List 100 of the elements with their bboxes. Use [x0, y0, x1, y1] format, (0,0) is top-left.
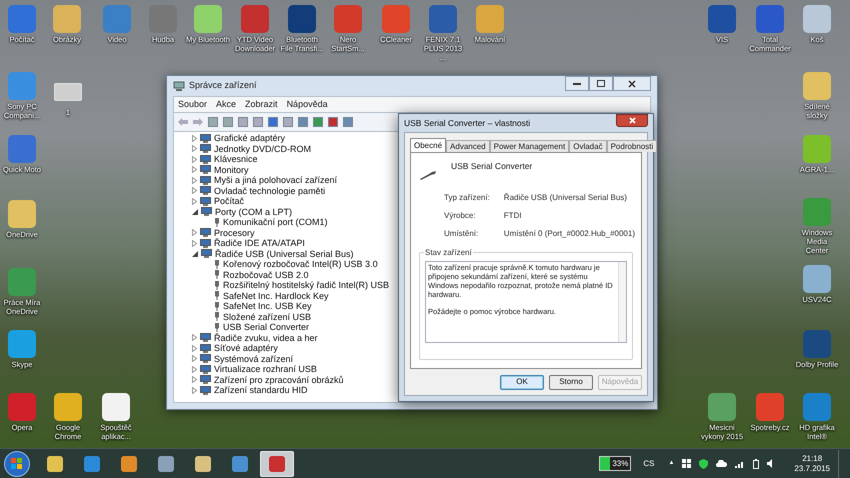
collapsed-arrow-icon[interactable] [192, 176, 197, 184]
tree-item[interactable]: Rozbočovač USB 2.0 [223, 270, 309, 280]
app-icon [429, 5, 457, 33]
device-icon [200, 354, 211, 364]
battery-percent: 33% [612, 458, 630, 470]
app-icon [232, 456, 248, 472]
collapsed-arrow-icon[interactable] [192, 386, 197, 394]
dialog-button[interactable]: OK [500, 374, 544, 390]
menu-item[interactable]: Zobrazit [245, 98, 278, 112]
collapsed-arrow-icon[interactable] [192, 334, 197, 342]
check-shield-icon[interactable] [699, 458, 708, 468]
device-name: USB Serial Converter [451, 160, 532, 173]
clock[interactable]: 21:18 23.7.2015 [794, 454, 830, 474]
tree-item[interactable]: Rozšiřitelný hostitelský řadič Intel(R) USB [223, 280, 390, 290]
tree-item[interactable]: Zařízení pro zpracování obrázků [214, 374, 344, 385]
scrollbar[interactable] [618, 262, 626, 342]
tree-item[interactable]: Monitory [214, 164, 249, 175]
device-icon [200, 344, 211, 353]
tree-item[interactable]: Kořenový rozbočovač Intel(R) USB 3.0 [223, 259, 378, 270]
tree-item[interactable]: Počítač [214, 196, 244, 206]
device-icon [200, 386, 211, 395]
collapsed-arrow-icon[interactable] [192, 355, 197, 362]
menu-item[interactable]: Soubor [178, 98, 208, 112]
tree-item[interactable]: Procesory [214, 228, 255, 238]
tab[interactable]: Ovladač [569, 140, 607, 152]
device-icon [200, 144, 211, 154]
app-icon [803, 72, 831, 100]
collapsed-arrow-icon[interactable] [192, 187, 197, 194]
collapsed-arrow-icon[interactable] [192, 156, 197, 163]
app-icon [8, 268, 36, 296]
app-icon [241, 5, 269, 33]
app-icon [803, 198, 831, 226]
collapsed-arrow-icon[interactable] [192, 166, 197, 174]
close-button[interactable] [613, 76, 651, 91]
battery-icon[interactable] [753, 458, 760, 468]
tree-item[interactable]: Klávesnice [214, 154, 258, 164]
app-icon [8, 393, 36, 421]
close-icon [628, 80, 636, 88]
tree-item[interactable]: Grafické adaptéry [214, 133, 286, 144]
app-icon [8, 135, 36, 163]
property-label: Výrobce: [444, 210, 477, 222]
tab[interactable]: Obecné [410, 138, 446, 152]
device-icon [200, 196, 211, 206]
signal-icon[interactable] [735, 460, 746, 468]
collapsed-arrow-icon[interactable] [192, 366, 197, 373]
minimize-button[interactable] [565, 76, 589, 91]
tree-item[interactable]: Jednotky DVD/CD-ROM [214, 144, 312, 154]
tree-item[interactable]: Složené zařízení USB [223, 312, 312, 322]
tree-item[interactable]: Řadiče IDE ATA/ATAPI [214, 238, 305, 248]
app-icon [8, 72, 36, 100]
collapsed-arrow-icon[interactable] [192, 344, 197, 352]
maximize-button[interactable] [589, 76, 613, 91]
language-indicator[interactable]: CS [643, 458, 654, 470]
expanded-arrow-icon[interactable] [192, 208, 198, 215]
start-button[interactable] [4, 450, 30, 476]
tree-item[interactable]: SafeNet Inc. Hardlock Key [223, 290, 329, 301]
tree-item[interactable]: Systémová zařízení [214, 354, 294, 364]
tree-item[interactable]: Řadiče zvuku, videa a her [214, 332, 318, 343]
menu-item[interactable]: Nápověda [286, 98, 328, 112]
device-icon [200, 238, 211, 248]
tree-item[interactable]: Řadiče USB (Universal Serial Bus) [215, 248, 354, 259]
cloud-icon[interactable] [716, 460, 728, 467]
app-icon [803, 265, 831, 293]
tree-item[interactable]: Porty (COM a LPT) [215, 206, 292, 217]
expanded-arrow-icon[interactable] [192, 250, 198, 257]
collapsed-arrow-icon[interactable] [192, 145, 197, 152]
menu-item[interactable]: Akce [216, 98, 236, 112]
app-icon [269, 456, 285, 472]
tab[interactable]: Advanced [446, 140, 490, 152]
collapsed-arrow-icon[interactable] [192, 240, 197, 247]
tree-item[interactable]: Myši a jiná polohovací zařízení [214, 175, 338, 186]
collapsed-arrow-icon[interactable] [192, 134, 197, 142]
app-icon [8, 5, 36, 33]
device-icon [200, 154, 211, 164]
app-icon [194, 5, 222, 33]
back-icon[interactable] [178, 118, 188, 126]
app-icon [8, 200, 36, 228]
device-icon [200, 228, 211, 238]
tree-item[interactable]: Síťové adaptéry [214, 343, 278, 354]
tree-item[interactable]: Ovladač technologie paměti [214, 186, 326, 196]
forward-icon[interactable] [193, 118, 203, 126]
collapsed-arrow-icon[interactable] [192, 376, 197, 384]
device-icon [200, 364, 211, 374]
collapsed-arrow-icon[interactable] [192, 198, 197, 205]
app-icon [121, 456, 137, 472]
taskbar-app[interactable] [260, 450, 294, 476]
tab[interactable]: Power Management [490, 140, 570, 152]
tree-item[interactable]: Virtualizace rozhraní USB [214, 364, 317, 374]
dialog-button[interactable]: Storno [549, 374, 593, 390]
tree-item[interactable]: Komunikační port (COM1) [223, 217, 328, 228]
tab[interactable]: Podrobnosti [606, 140, 658, 152]
app-icon [54, 83, 82, 101]
tree-item[interactable]: USB Serial Converter [223, 322, 310, 332]
battery-meter[interactable]: 33% [599, 456, 632, 471]
collapsed-arrow-icon[interactable] [192, 229, 197, 236]
close-button[interactable] [616, 114, 648, 127]
app-icon [708, 393, 736, 421]
windows-logo-icon[interactable] [682, 459, 692, 468]
tree-item[interactable]: SafeNet Inc. USB Key [223, 301, 312, 312]
tree-item[interactable]: Zařízení standardu HID [214, 385, 308, 396]
